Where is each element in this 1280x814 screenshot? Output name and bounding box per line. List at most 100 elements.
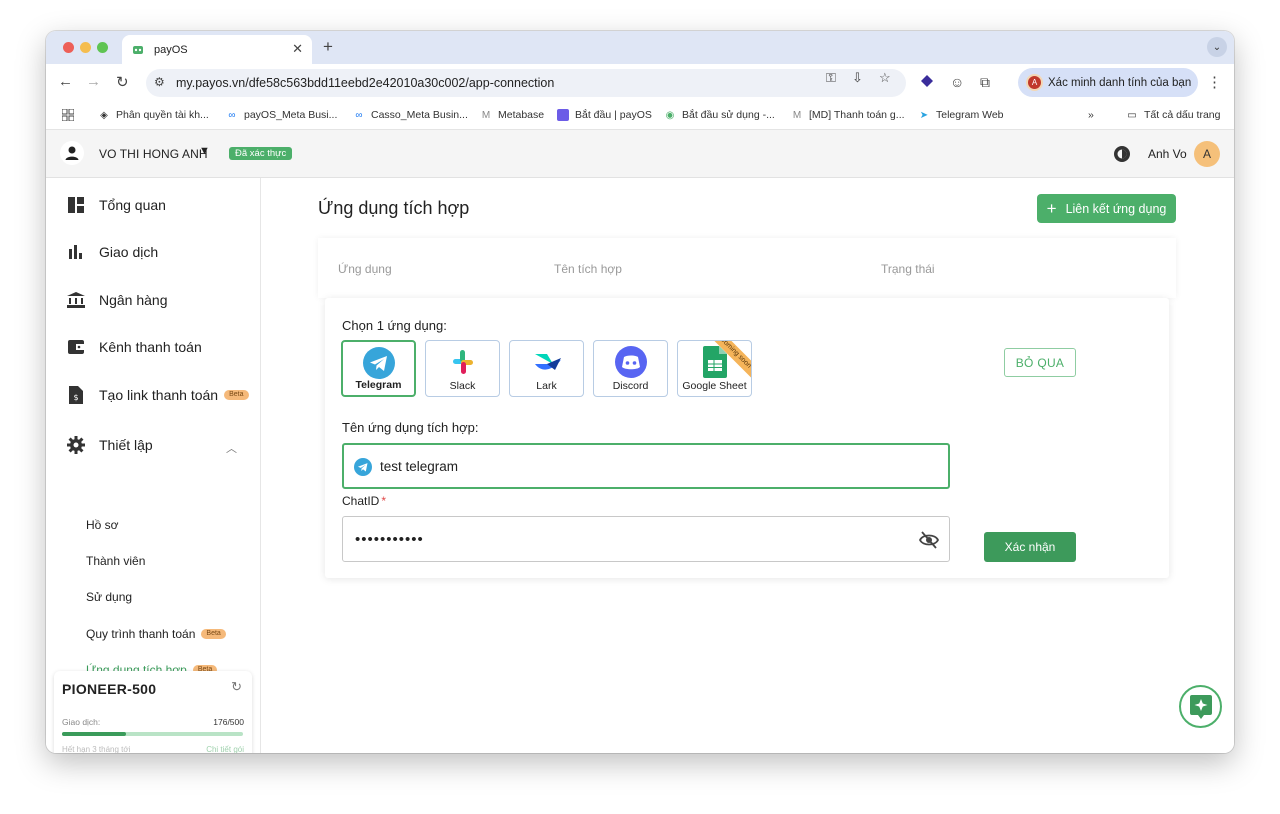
dashboard-icon [67,196,85,214]
bookmark-item[interactable]: M Metabase [480,109,544,121]
theme-toggle-icon[interactable] [1112,144,1132,164]
bookmark-star-icon[interactable]: ☆ [879,70,891,86]
lark-icon [531,346,563,378]
metabase-icon: M [481,109,491,121]
tab-strip: payOS ✕ + ⌄ [46,31,1234,64]
eye-off-icon[interactable] [919,530,939,550]
refresh-icon[interactable]: ↻ [231,679,242,695]
bookmark-item[interactable]: M [MD] Thanh toán g... [791,109,905,121]
bookmark-item[interactable]: ∞ payOS_Meta Busi... [226,109,337,121]
app-option-google-sheet[interactable]: Google Sheet Coming soon [677,340,752,397]
choose-app-label: Chọn 1 ứng dụng: [342,318,447,333]
chevron-down-icon[interactable]: ▼ [199,145,210,157]
sidebar-subitem-members[interactable]: Thành viên [86,554,145,568]
svg-text:$: $ [73,393,78,402]
app-option-lark[interactable]: Lark [509,340,584,397]
sidebar-item-overview[interactable]: Tổng quan [67,196,166,214]
plan-usage-count: 176/500 [213,717,244,727]
extensions-puzzle-icon[interactable]: ⧉ [980,74,990,91]
document-dollar-icon: $ [67,386,85,404]
beta-badge: Beta [201,629,226,639]
sidebar-item-transactions[interactable]: Giao dịch [67,243,158,261]
browser-toolbar: ← → ↻ ⚙ my.payos.vn/dfe58c563bdd11eebd2e… [46,64,1234,102]
page-title: Ứng dụng tích hợp [318,198,470,218]
browser-tab-payos[interactable]: payOS ✕ [122,35,312,64]
new-tab-icon[interactable]: + [323,37,333,57]
close-window-button[interactable] [63,42,74,53]
sidebar-subitem-profile[interactable]: Hồ sơ [86,518,119,532]
discord-icon [614,346,647,378]
reload-icon[interactable]: ↻ [116,73,129,91]
column-header-integration-name: Tên tích hợp [554,262,622,276]
apps-grid-icon[interactable] [62,109,74,121]
bookmark-item[interactable]: ◈ Phân quyền tài kh... [98,109,209,121]
required-marker: * [381,494,387,508]
payos-favicon-icon [133,45,143,54]
org-name[interactable]: VO THI HONG ANH [99,147,208,161]
telegram-icon [354,458,372,476]
user-icon [60,141,84,165]
link-app-button[interactable]: + Liên kết ứng dụng [1037,194,1176,223]
sidebar-item-create-payment-link[interactable]: $ Tạo link thanh toán Beta [67,386,249,404]
chat-id-input[interactable]: ••••••••••• [342,516,950,562]
main-content: Ứng dụng tích hợp + Liên kết ứng dụng Ứn… [261,178,1234,753]
forward-icon[interactable]: → [86,73,101,90]
confirm-button[interactable]: Xác nhận [984,532,1076,562]
plan-name: PIONEER-500 [62,681,157,697]
app-option-discord[interactable]: Discord [593,340,668,397]
telegram-icon [362,347,395,379]
verified-badge: Đã xác thực [229,147,293,160]
app-header: VO THI HONG ANH ▼ Đã xác thực Anh Vo A [46,130,1234,178]
meta-icon: ∞ [228,109,236,121]
back-icon[interactable]: ← [58,73,73,90]
bookmark-item[interactable]: ∞ Casso_Meta Busin... [353,109,467,121]
more-bookmarks-icon[interactable]: » [1088,109,1094,121]
app-option-telegram[interactable]: Telegram [341,340,416,397]
maximize-window-button[interactable] [97,42,108,53]
ai-assistant-button[interactable] [1179,685,1222,728]
profile-button[interactable]: A Xác minh danh tính của bạn [1018,68,1198,97]
plan-next-label: Hết hạn 3 tháng tới [62,745,131,753]
chevron-up-icon[interactable]: ︿ [226,440,237,456]
site-info-icon[interactable]: ⚙ [154,75,165,89]
browser-window: payOS ✕ + ⌄ ← → ↻ ⚙ my.payos.vn/dfe58c56… [46,31,1234,753]
add-integration-panel: Chọn 1 ứng dụng: Telegram Slack Lark Dis… [325,298,1169,578]
sidebar-item-banks[interactable]: Ngân hàng [67,291,168,309]
folder-icon: ▭ [1127,109,1137,121]
extension-layers-icon[interactable] [920,74,934,88]
sparkle-chat-icon [1189,694,1212,719]
wallet-icon [67,338,85,356]
integration-name-input[interactable]: test telegram [342,443,950,489]
all-bookmarks[interactable]: ▭ Tất cả dấu trang [1126,109,1220,121]
close-tab-icon[interactable]: ✕ [292,41,303,57]
address-bar[interactable]: ⚙ my.payos.vn/dfe58c563bdd11eebd2e42010a… [146,69,906,97]
column-header-app: Ứng dụng [338,262,392,276]
sidebar-subitem-payment-flow[interactable]: Quy trình thanh toán Beta [86,627,226,641]
integrations-table-header: Ứng dụng Tên tích hợp Trạng thái [318,238,1176,298]
minimize-window-button[interactable] [80,42,91,53]
tab-title: payOS [154,43,188,56]
tab-search-icon[interactable]: ⌄ [1207,37,1227,57]
gmail-icon: M [792,109,802,121]
bookmark-item[interactable]: Bắt đầu | payOS [557,109,652,121]
sidebar-item-settings[interactable]: Thiết lập [67,436,153,454]
avatar[interactable]: A [1194,141,1220,167]
app-option-slack[interactable]: Slack [425,340,500,397]
sidebar: Tổng quan Giao dịch Ngân hàng Kênh thanh… [46,178,261,753]
skip-button[interactable]: BỎ QUA [1004,348,1076,377]
extension-face-icon[interactable]: ☺ [950,74,964,90]
gear-icon [67,436,85,454]
password-key-icon[interactable]: ⚿ [826,70,836,86]
plan-usage-fill [62,732,126,736]
user-name: Anh Vo [1148,147,1187,161]
browser-menu-icon[interactable]: ⋮ [1207,73,1222,91]
bar-chart-icon [67,243,85,261]
bookmark-item[interactable]: ➤ Telegram Web [918,109,1004,121]
sidebar-item-payment-channels[interactable]: Kênh thanh toán [67,338,202,356]
bookmark-item[interactable]: ◉ Bắt đầu sử dụng -... [664,109,775,121]
plus-icon: + [1046,199,1057,218]
sidebar-subitem-usage[interactable]: Sử dụng [86,590,132,604]
plan-detail-link[interactable]: Chi tiết gói [206,745,244,753]
install-app-icon[interactable]: ⇩ [852,70,863,86]
slack-icon [447,346,479,378]
